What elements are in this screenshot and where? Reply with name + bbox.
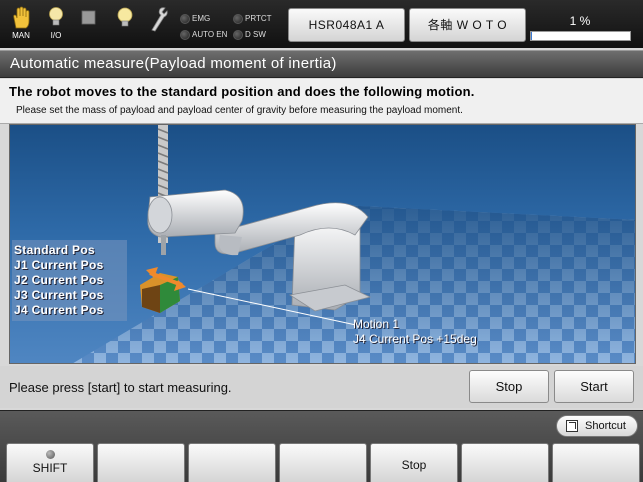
stop-button[interactable]: Stop (469, 370, 549, 403)
auto-en-lamp: AUTO EN (180, 29, 227, 40)
stop-indicator[interactable] (74, 6, 104, 44)
motion-title: Motion 1 (353, 317, 400, 331)
progress-fill (531, 32, 532, 40)
fkey-3[interactable] (188, 443, 276, 482)
position-item: J1 Current Pos (14, 258, 104, 272)
action-row: Please press [start] to start measuring.… (0, 366, 643, 408)
shortcut-button[interactable]: Shortcut (556, 415, 638, 437)
mode-caption: MAN (12, 31, 30, 40)
fkey-label: SHIFT (32, 461, 68, 475)
fkey-2[interactable] (97, 443, 185, 482)
teach-pendant-screen: MAN I/O EMG AUTO EN PRTCT D SW HSR048A1 … (0, 0, 643, 482)
tool-indicator[interactable] (143, 6, 173, 44)
status-bar: MAN I/O EMG AUTO EN PRTCT D SW HSR048A1 … (0, 0, 643, 48)
lamp-indicator[interactable] (110, 6, 140, 44)
robot-3d-view: Standard Pos J1 Current Pos J2 Current P… (9, 124, 636, 364)
status-message: Please press [start] to start measuring. (9, 380, 232, 395)
function-key-area: Shortcut SHIFT Stop (0, 410, 643, 482)
position-item: Standard Pos (14, 243, 95, 257)
emg-lamp: EMG (180, 13, 210, 24)
motion-description: J4 Current Pos +15deg (353, 332, 477, 346)
instruction-sub: Please set the mass of payload and paylo… (16, 105, 463, 116)
instruction-main: The robot moves to the standard position… (9, 84, 475, 99)
position-item: J4 Current Pos (14, 303, 104, 317)
hand-icon (13, 6, 30, 29)
io-caption: I/O (50, 31, 62, 40)
lightbulb-icon (49, 7, 63, 26)
wrench-icon (151, 7, 168, 32)
stop-square-icon (81, 10, 96, 25)
fkey-stop[interactable]: Stop (370, 443, 458, 482)
robot-select-button[interactable]: HSR048A1 A (288, 8, 405, 42)
page-title: Automatic measure(Payload moment of iner… (0, 50, 643, 78)
prtct-lamp: PRTCT (233, 13, 272, 24)
motion-annotation: Motion 1 J4 Current Pos +15deg (353, 317, 477, 347)
lightbulb-icon (117, 7, 133, 27)
mode-indicator[interactable]: MAN (6, 6, 36, 44)
robot-quill (161, 235, 166, 255)
fkey-shift[interactable]: SHIFT (6, 443, 94, 482)
progress-bar (530, 31, 631, 41)
d-sw-lamp: D SW (233, 29, 266, 40)
fkey-6[interactable] (461, 443, 549, 482)
start-button[interactable]: Start (554, 370, 634, 403)
io-indicator[interactable]: I/O (41, 6, 71, 44)
external-link-icon (566, 420, 578, 432)
axis-select-button[interactable]: 各軸 W O T O (409, 8, 526, 42)
progress-label: 1 % (569, 14, 591, 28)
fkey-4[interactable] (279, 443, 367, 482)
instructions-panel: The robot moves to the standard position… (0, 79, 643, 124)
robot-arm-1 (147, 189, 244, 238)
shift-lamp-icon (45, 450, 55, 459)
fkey-label: Stop (401, 458, 427, 472)
shortcut-label: Shortcut (585, 420, 626, 432)
position-item: J3 Current Pos (14, 288, 104, 302)
position-item: J2 Current Pos (14, 273, 104, 287)
position-list: Standard Pos J1 Current Pos J2 Current P… (12, 240, 127, 321)
fkey-7[interactable] (552, 443, 640, 482)
